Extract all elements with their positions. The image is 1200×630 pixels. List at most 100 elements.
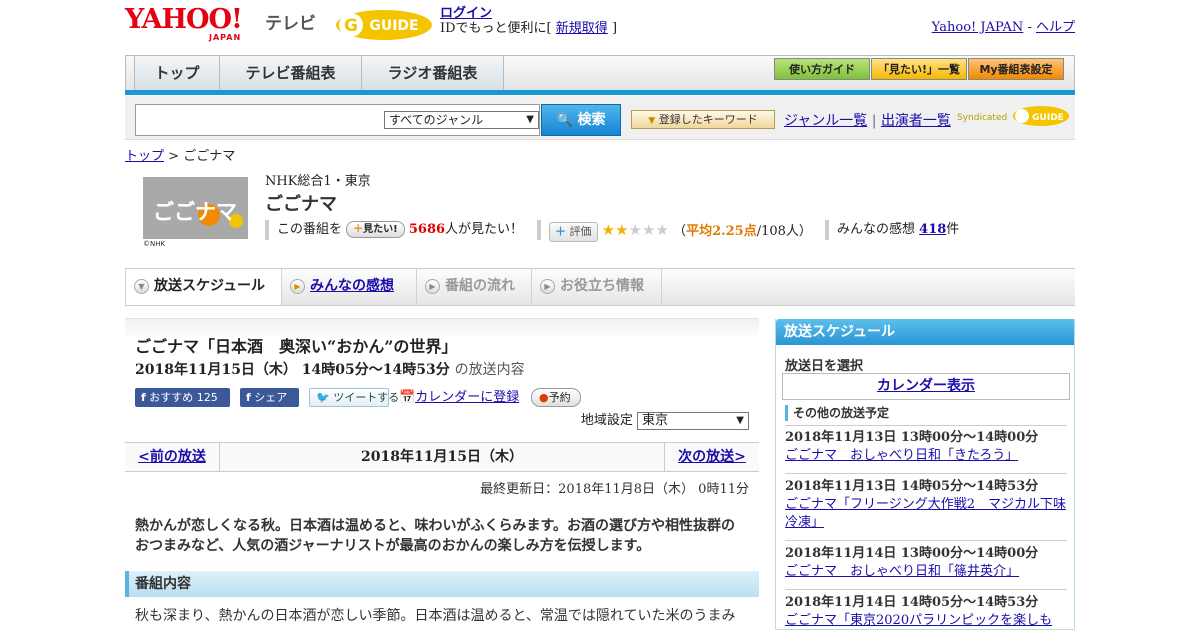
facebook-recommend-label: おすすめ: [149, 391, 194, 404]
star-empty-icon: ★: [655, 221, 669, 239]
syndicated-label: Syndicated: [957, 113, 1008, 123]
genre-list-link[interactable]: ジャンル一覧: [784, 113, 867, 129]
search-button-label: 検索: [577, 112, 606, 128]
dropdown-arrow-icon: ▼: [648, 116, 656, 126]
nav-tab-tv-schedule[interactable]: テレビ番組表: [220, 56, 362, 90]
schedule-sidebar: 放送スケジュール 放送日を選択 カレンダー表示 その他の放送予定 2018年11…: [775, 319, 1075, 630]
tab-broadcast-schedule-label: 放送スケジュール: [154, 278, 266, 294]
calendar-icon: 📅: [399, 390, 416, 405]
region-label: 地域設定: [580, 413, 633, 428]
evaluate-button[interactable]: ＋ 評価: [549, 222, 598, 242]
usage-guide-button[interactable]: 使い方ガイド: [774, 58, 870, 80]
facebook-share-button[interactable]: f シェア: [240, 388, 299, 407]
rating-stat: ＋ 評価 ★★★★★ （平均2.25点/108人）: [537, 220, 812, 242]
want-count: 5686: [408, 222, 446, 237]
other-schedules-label: その他の放送予定: [785, 405, 889, 421]
nav-tab-top[interactable]: トップ: [134, 56, 220, 90]
tab-useful-info-label: お役立ち情報: [560, 278, 644, 294]
tab-useful-info[interactable]: ▶ お役立ち情報: [532, 269, 662, 305]
tweet-button[interactable]: 🐦 ツイートする: [309, 388, 399, 407]
breadcrumb-top-link[interactable]: トップ: [125, 149, 164, 164]
search-button[interactable]: 🔍 検索: [541, 104, 621, 136]
next-broadcast-cell: 次の放送>: [664, 443, 759, 471]
signup-link[interactable]: 新規取得: [556, 21, 608, 36]
utility-links: Yahoo! JAPAN - ヘルプ: [932, 16, 1075, 35]
impressions-count-link[interactable]: 418: [919, 222, 946, 237]
gguide-small-text: GUIDE: [1032, 113, 1064, 123]
schedule-datetime: 2018年11月14日 14時05分～14時53分: [785, 595, 1039, 610]
tab-program-flow-label: 番組の流れ: [445, 278, 515, 294]
tweet-label: ツイートする: [333, 391, 400, 404]
episode-time-suffix: の放送内容: [454, 362, 525, 378]
facebook-recommend-button[interactable]: f おすすめ 125: [135, 388, 230, 407]
yahoo-tv-logo[interactable]: YAHOO! JAPAN テレビ: [125, 6, 320, 44]
star-filled-icon: ★: [601, 221, 616, 239]
login-link[interactable]: ログイン: [440, 6, 492, 21]
registered-keyword-button[interactable]: ▼ 登録したキーワード: [631, 110, 775, 129]
select-date-label: 放送日を選択: [785, 359, 864, 374]
yahoo-japan-link[interactable]: Yahoo! JAPAN: [932, 20, 1024, 35]
star-filled-icon: ★: [615, 221, 629, 239]
channel-name: NHK総合1・東京: [265, 174, 371, 189]
tab-impressions[interactable]: ▶ みんなの感想: [282, 269, 417, 305]
login-box: ログイン IDでもっと便利に[ 新規取得 ]: [440, 6, 617, 36]
evaluate-button-label: 評価: [569, 225, 592, 238]
list-item: 2018年11月13日 13時00分～14時00分 ごごナマ おしゃべり日和「き…: [785, 429, 1067, 465]
schedule-title-link[interactable]: ごごナマ おしゃべり日和「篠井英介」: [785, 564, 1019, 579]
program-thumbnail: ごごナマ: [143, 177, 248, 239]
login-suffix: ]: [611, 21, 618, 36]
star-empty-icon: ★: [628, 221, 642, 239]
broadcast-pager: <前の放送 2018年11月15日（木） 次の放送>: [125, 442, 759, 472]
sidebar-title: 放送スケジュール: [776, 319, 1074, 345]
rating-stars: ★★★★★: [601, 221, 669, 239]
tab-broadcast-schedule[interactable]: ▼ 放送スケジュール: [125, 269, 282, 305]
want-button[interactable]: ＋見たい!: [346, 221, 405, 238]
schedule-title-link[interactable]: ごごナマ おしゃべり日和「きたろう」: [785, 448, 1018, 463]
want-suffix: 人が見たい！: [445, 222, 524, 237]
list-item: 2018年11月14日 13時00分～14時00分 ごごナマ おしゃべり日和「篠…: [785, 545, 1067, 581]
want-prefix: この番組を: [277, 222, 343, 237]
facebook-share-label: シェア: [254, 391, 288, 404]
performer-list-link[interactable]: 出演者一覧: [881, 113, 951, 129]
want-stat: この番組を ＋見たい! 5686人が見たい！: [265, 220, 523, 240]
region-select-value: 東京: [642, 412, 669, 428]
prev-broadcast-link[interactable]: <前の放送: [138, 449, 206, 465]
want-button-label: 見たい!: [363, 224, 398, 235]
episode-time-value: 2018年11月15日（木） 14時05分～14時53分: [135, 362, 450, 378]
chevron-down-icon: ▼: [134, 279, 149, 294]
next-broadcast-link[interactable]: 次の放送>: [678, 449, 746, 465]
impressions-stat: みんなの感想 418件: [825, 220, 959, 240]
nav-tab-radio-schedule[interactable]: ラジオ番組表: [362, 56, 504, 90]
play-icon: ▶: [540, 279, 555, 294]
schedule-title-link[interactable]: ごごナマ「フリージング大作戦2 マジカル下味冷凍」: [785, 497, 1066, 530]
yahoo-logo-japan: JAPAN: [209, 33, 242, 42]
twitter-bird-icon: 🐦: [316, 391, 330, 404]
record-icon: ●: [539, 391, 549, 404]
gguide-logo-icon: G GUIDE: [336, 10, 432, 40]
calendar-box: カレンダー表示: [782, 373, 1070, 400]
rating-average: 平均2.25点: [686, 224, 757, 239]
impressions-label: みんなの感想: [837, 222, 916, 237]
gguide-logo[interactable]: G GUIDE: [334, 6, 434, 42]
my-schedule-button[interactable]: My番組表設定: [968, 58, 1064, 80]
region-select[interactable]: 東京 ▼: [637, 411, 749, 430]
login-prompt: IDでもっと便利に[: [440, 21, 552, 36]
genre-select[interactable]: すべてのジャンル ▼: [384, 111, 539, 129]
list-divider: [785, 473, 1067, 474]
calendar-register[interactable]: 📅カレンダーに登録: [399, 388, 519, 407]
episode-header: ごごナマ「日本酒 奥深い“おかん”の世界」 2018年11月15日（木） 14時…: [125, 318, 759, 443]
chevron-down-icon: ▼: [526, 114, 534, 125]
reserve-button[interactable]: ●予約: [531, 388, 581, 407]
want-list-button[interactable]: 「見たい!」一覧: [871, 58, 967, 80]
help-link[interactable]: ヘルプ: [1036, 20, 1075, 35]
episode-time: 2018年11月15日（木） 14時05分～14時53分 の放送内容: [135, 359, 525, 379]
episode-summary: 熱かんが恋しくなる秋。日本酒は温めると、味わいがふくらみます。お酒の選び方や相性…: [135, 518, 736, 554]
thumbnail-credit: ©NHK: [143, 240, 166, 248]
schedule-title-link[interactable]: ごごナマ「東京2020パラリンピックを楽しも: [785, 613, 1052, 628]
schedule-datetime: 2018年11月13日 14時05分～14時53分: [785, 479, 1039, 494]
play-icon: ▶: [290, 279, 305, 294]
program-content-body: 秋も深まり、熱かんの日本酒が恋しい季節。日本酒は温めると、常温では隠れていた米の…: [135, 608, 736, 624]
gguide-small-icon: GUIDE: [1013, 106, 1069, 126]
calendar-display-link[interactable]: カレンダー表示: [877, 378, 975, 394]
tab-program-flow[interactable]: ▶ 番組の流れ: [417, 269, 532, 305]
